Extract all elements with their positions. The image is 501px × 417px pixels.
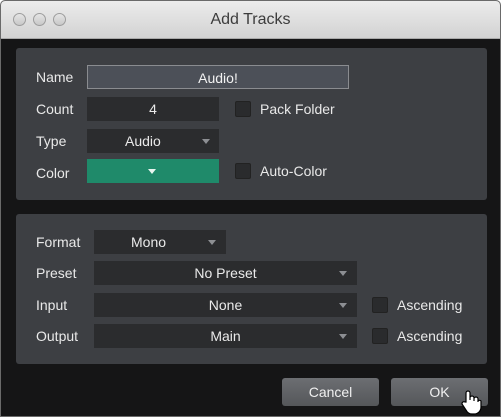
format-label: Format: [36, 234, 81, 250]
output-dropdown[interactable]: Main: [94, 324, 357, 348]
preset-dropdown[interactable]: No Preset: [94, 261, 357, 285]
pack-folder-checkbox[interactable]: [235, 101, 251, 117]
color-picker[interactable]: [87, 159, 219, 183]
auto-color-label: Auto-Color: [260, 163, 327, 179]
input-ascending-checkbox[interactable]: [372, 297, 388, 313]
name-label: Name: [36, 69, 74, 85]
output-ascending-label: Ascending: [397, 328, 463, 344]
chevron-down-icon: [202, 139, 210, 144]
output-value: Main: [210, 328, 241, 344]
input-ascending-label: Ascending: [397, 297, 463, 313]
hand-cursor-icon: [461, 390, 482, 415]
window-title: Add Tracks: [210, 11, 291, 28]
color-label: Color: [36, 165, 70, 181]
cancel-button[interactable]: Cancel: [282, 378, 379, 406]
input-label: Input: [36, 297, 68, 313]
chevron-down-icon: [148, 169, 156, 174]
count-input[interactable]: 4: [87, 97, 219, 121]
chevron-down-icon: [339, 271, 347, 276]
input-value: None: [208, 297, 243, 313]
type-dropdown[interactable]: Audio: [87, 129, 219, 153]
chevron-down-icon: [339, 303, 347, 308]
auto-color-checkbox[interactable]: [235, 163, 251, 179]
chevron-down-icon: [208, 240, 216, 245]
preset-label: Preset: [36, 265, 77, 281]
track-settings-panel: Name Audio! Count 4 Pack Folder Type Aud…: [16, 48, 487, 200]
chevron-down-icon: [339, 334, 347, 339]
output-label: Output: [36, 328, 79, 344]
title-bar: Add Tracks: [1, 1, 500, 39]
type-label: Type: [36, 133, 67, 149]
format-dropdown[interactable]: Mono: [94, 230, 226, 254]
input-dropdown[interactable]: None: [94, 293, 357, 317]
preset-value: No Preset: [194, 265, 257, 281]
pack-folder-label: Pack Folder: [260, 101, 335, 117]
name-input[interactable]: Audio!: [87, 65, 349, 89]
io-settings-panel: Format Mono Preset No Preset Input None …: [16, 214, 487, 364]
format-value: Mono: [131, 234, 167, 250]
type-value: Audio: [125, 133, 161, 149]
add-tracks-dialog: Add Tracks Name Audio! Count 4 Pack Fold…: [0, 0, 501, 417]
output-ascending-checkbox[interactable]: [372, 328, 388, 344]
count-label: Count: [36, 101, 74, 117]
